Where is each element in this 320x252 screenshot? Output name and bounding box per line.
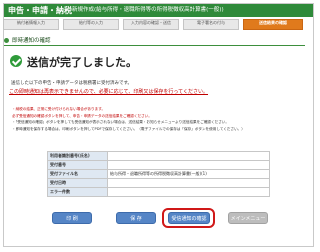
row-label: 受付ファイル名 [47, 169, 108, 179]
step-input-payer: 納付者情報入力 [3, 19, 59, 30]
save-button[interactable]: 保 存 [116, 212, 156, 224]
table-row: 受付番号 [47, 160, 270, 170]
submission-details-table: 利用者識別番号(氏名) 受付番号 受付ファイル名 給与所得・退職所得等の所得税徴… [47, 151, 270, 197]
table-row: 受付日時 [47, 178, 270, 188]
row-label: エラー件数 [47, 187, 108, 197]
row-label: 受付番号 [47, 160, 108, 170]
row-label: 受付日時 [47, 178, 108, 188]
check-icon [10, 55, 22, 67]
progress-steps: 納付者情報入力 給付等の入力 入力内容の確認・送信 電子署名の付与 送信結果の確… [3, 19, 306, 30]
step-result: 送信結果の確認 [243, 19, 303, 30]
completion-title: 送信が完了しました。 [27, 56, 137, 69]
table-row: エラー件数 [47, 187, 270, 197]
table-row: 受付ファイル名 給与所得・退職所得等の所得税徴収高計算書(一般)(1) [47, 169, 270, 179]
main-menu-button[interactable]: メインメニュー [228, 212, 268, 224]
completion-message: 送信した以下の申告・申請データは税務署に受付済みです。 [11, 81, 133, 86]
row-label: 利用者識別番号(氏名) [47, 151, 108, 161]
row-value [107, 160, 270, 170]
step-signature: 電子署名の付与 [183, 19, 239, 30]
table-row: 利用者識別番号(氏名) [47, 151, 270, 161]
row-value [107, 187, 270, 197]
section-bullet-icon [4, 38, 9, 43]
confirm-receipt-button[interactable]: 受信通知の確認 [168, 212, 210, 224]
section-header: 即時通知の確認 [4, 37, 305, 46]
header-bar: 申告・申請・納税 新規作成(給与所得・退職所得等の所得税徴収高計算書(一般)) [4, 4, 313, 17]
step-confirm-send: 入力内容の確認・送信 [123, 19, 179, 30]
note-item: ・即時通知を保存する場合は、印刷ボタンを押してPDFで保存してください。（電子フ… [12, 126, 245, 131]
app-title: 申告・申請・納税 [8, 6, 72, 15]
step-input-income: 給付等の入力 [63, 19, 119, 30]
page-subtitle: 新規作成(給与所得・退職所得等の所得税徴収高計算書(一般)) [72, 7, 224, 13]
row-value: 給与所得・退職所得等の所得税徴収高計算書(一般)(1) [107, 169, 270, 179]
row-value [107, 178, 270, 188]
print-button[interactable]: 印 刷 [52, 212, 92, 224]
section-title: 即時通知の確認 [12, 38, 51, 44]
row-value [107, 151, 270, 161]
notes-list: ・納税の結果、正常に受け付けられない場合があります。 必ず受信通知の確認ボタンを… [12, 106, 306, 132]
save-warning: この即時通知は再表示できませんので、必要に応じて、印刷又は保存を行ってください。 [9, 89, 209, 95]
